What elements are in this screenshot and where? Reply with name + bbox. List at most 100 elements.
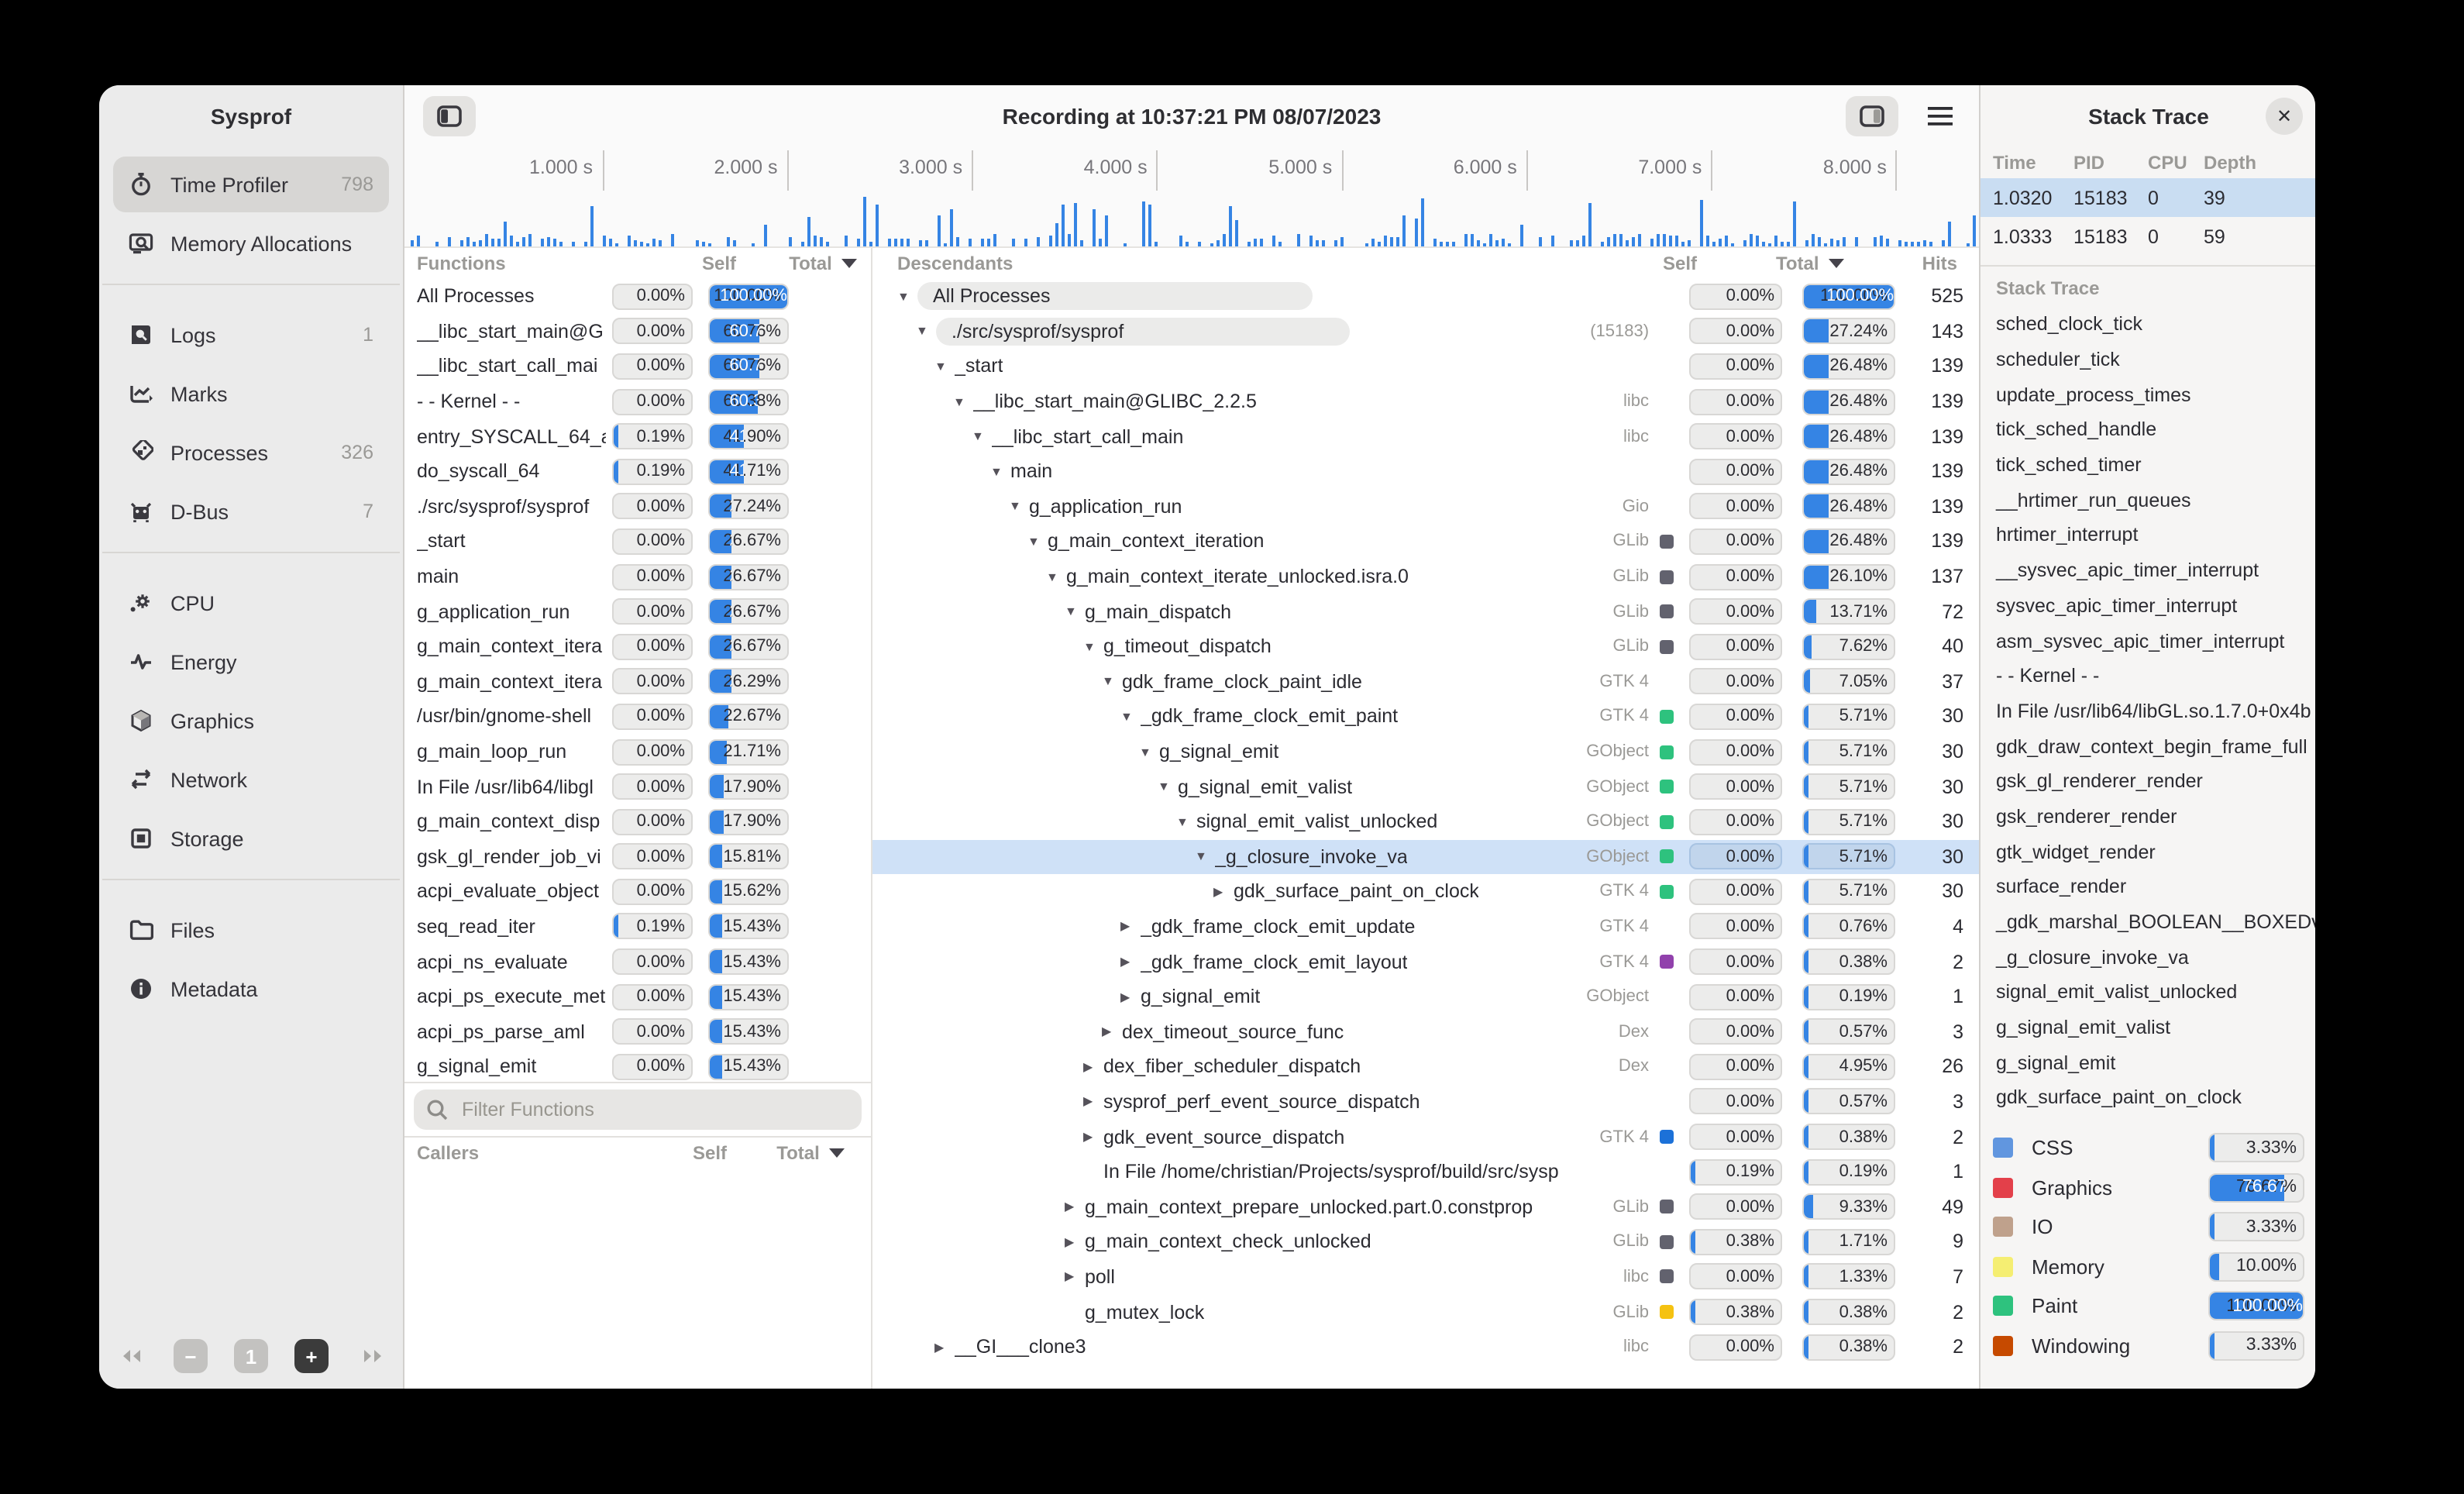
descendant-row[interactable]: ▼g_application_runGio0.00%26.48%26.48%13… bbox=[872, 489, 1979, 524]
descendant-row[interactable]: ▼__libc_start_main@GLIBC_2.2.5libc0.00%2… bbox=[872, 384, 1979, 419]
expander-closed-icon[interactable]: ▶ bbox=[1120, 990, 1141, 1003]
stack-frame[interactable]: g_signal_emit_valist bbox=[1980, 1010, 2315, 1045]
stack-frame[interactable]: __sysvec_apic_timer_interrupt bbox=[1980, 553, 2315, 588]
expander-open-icon[interactable]: ▼ bbox=[1158, 780, 1178, 793]
cpu-activity-histogram[interactable] bbox=[404, 194, 1979, 248]
function-row[interactable]: acpi_ps_parse_aml0.00%15.43%15.43% bbox=[404, 1014, 871, 1049]
descendant-row[interactable]: In File /home/christian/Projects/sysprof… bbox=[872, 1155, 1979, 1189]
descendant-row[interactable]: ▼_gdk_frame_clock_emit_paintGTK 40.00%5.… bbox=[872, 699, 1979, 734]
descendant-row[interactable]: ▼All Processes0.00%100.00%100.00%525 bbox=[872, 279, 1979, 314]
stack-frame[interactable]: _gdk_marshal_BOOLEAN__BOXEDv bbox=[1980, 904, 2315, 939]
sidebar-item-time-profiler[interactable]: Time Profiler798 bbox=[113, 157, 389, 212]
expander-open-icon[interactable]: ▼ bbox=[972, 429, 992, 443]
sidebar-item-files[interactable]: Files bbox=[113, 902, 389, 958]
expander-open-icon[interactable]: ▼ bbox=[1120, 710, 1141, 724]
descendant-row[interactable]: ▼g_timeout_dispatchGLib0.00%7.62%40 bbox=[872, 629, 1979, 664]
stack-frame[interactable]: gtk_widget_render bbox=[1980, 835, 2315, 869]
self-column-header[interactable]: Self bbox=[679, 253, 759, 274]
functions-column-header[interactable]: Functions bbox=[404, 253, 679, 274]
function-row[interactable]: acpi_ns_evaluate0.00%15.43%15.43% bbox=[404, 945, 871, 979]
expander-closed-icon[interactable]: ▶ bbox=[1065, 1200, 1085, 1213]
descendant-row[interactable]: ▶dex_timeout_source_funcDex0.00%0.57%3 bbox=[872, 1014, 1979, 1049]
sidebar-item-network[interactable]: Network bbox=[113, 752, 389, 807]
expander-closed-icon[interactable]: ▶ bbox=[1213, 885, 1234, 899]
descendant-row[interactable]: ▼g_main_context_iterationGLib0.00%26.48%… bbox=[872, 524, 1979, 559]
stack-frame[interactable]: tick_sched_timer bbox=[1980, 448, 2315, 483]
sidebar-item-d-bus[interactable]: D-Bus7 bbox=[113, 484, 389, 539]
expander-open-icon[interactable]: ▼ bbox=[897, 290, 917, 304]
sidebar-item-metadata[interactable]: Metadata bbox=[113, 961, 389, 1017]
function-row[interactable]: g_main_context_disp0.00%17.90%17.90% bbox=[404, 804, 871, 839]
samples-col-depth[interactable]: Depth bbox=[2204, 152, 2256, 174]
descendant-row[interactable]: ▼__libc_start_call_mainlibc0.00%26.48%26… bbox=[872, 419, 1979, 454]
sidebar-item-marks[interactable]: Marks bbox=[113, 366, 389, 422]
expander-open-icon[interactable]: ▼ bbox=[1027, 535, 1048, 549]
expander-open-icon[interactable]: ▼ bbox=[990, 465, 1010, 479]
expander-open-icon[interactable]: ▼ bbox=[934, 360, 955, 374]
sidebar-item-memory-allocations[interactable]: Memory Allocations bbox=[113, 215, 389, 271]
function-row[interactable]: g_main_context_itera0.00%26.67%26.67% bbox=[404, 629, 871, 664]
callers-self-column-header[interactable]: Self bbox=[663, 1142, 756, 1164]
expander-closed-icon[interactable]: ▶ bbox=[1102, 1025, 1122, 1039]
descendant-row[interactable]: ▼g_main_context_iterate_unlocked.isra.0G… bbox=[872, 559, 1979, 594]
callers-column-header[interactable]: Callers bbox=[404, 1142, 663, 1164]
descendant-row[interactable]: ▼main0.00%26.48%26.48%139 bbox=[872, 454, 1979, 489]
stack-frame[interactable]: hrtimer_interrupt bbox=[1980, 518, 2315, 553]
descendant-row[interactable]: ▶_gdk_frame_clock_emit_updateGTK 40.00%0… bbox=[872, 909, 1979, 944]
function-row[interactable]: g_main_context_itera0.00%26.29%26.29% bbox=[404, 664, 871, 699]
expander-closed-icon[interactable]: ▶ bbox=[1120, 920, 1141, 934]
sidebar-item-graphics[interactable]: Graphics bbox=[113, 693, 389, 749]
expander-closed-icon[interactable]: ▶ bbox=[1083, 1130, 1103, 1144]
expander-closed-icon[interactable]: ▶ bbox=[1083, 1060, 1103, 1074]
function-row[interactable]: acpi_evaluate_object0.00%15.62%15.62% bbox=[404, 874, 871, 909]
descendant-row[interactable]: ▼g_signal_emitGObject0.00%5.71%30 bbox=[872, 734, 1979, 769]
descendant-row[interactable]: ▶g_signal_emitGObject0.00%0.19%1 bbox=[872, 979, 1979, 1014]
descendants-column-header[interactable]: Descendants bbox=[872, 253, 1663, 274]
descendant-row[interactable]: ▶g_main_context_prepare_unlocked.part.0.… bbox=[872, 1189, 1979, 1224]
expander-open-icon[interactable]: ▼ bbox=[1195, 850, 1215, 864]
function-row[interactable]: - - Kernel - -0.00%60.38%60.38% bbox=[404, 384, 871, 419]
callers-total-column-header[interactable]: Total bbox=[756, 1142, 865, 1164]
function-row[interactable]: g_signal_emit0.00%15.43%15.43% bbox=[404, 1049, 871, 1082]
stack-frame[interactable]: In File /usr/lib64/libGL.so.1.7.0+0x4b bbox=[1980, 694, 2315, 728]
function-row[interactable]: gsk_gl_render_job_vi0.00%15.81%15.81% bbox=[404, 839, 871, 874]
fast-forward-button[interactable] bbox=[355, 1339, 389, 1373]
sidebar-item-energy[interactable]: Energy bbox=[113, 634, 389, 690]
stack-frame[interactable]: g_signal_emit bbox=[1980, 1045, 2315, 1080]
descendant-row[interactable]: ▼gdk_frame_clock_paint_idleGTK 40.00%7.0… bbox=[872, 664, 1979, 699]
function-row[interactable]: __libc_start_call_mai0.00%60.76%60.76% bbox=[404, 349, 871, 384]
stack-frame[interactable]: signal_emit_valist_unlocked bbox=[1980, 975, 2315, 1010]
function-row[interactable]: g_application_run0.00%26.67%26.67% bbox=[404, 594, 871, 629]
stack-frame[interactable]: gdk_draw_context_begin_frame_full bbox=[1980, 729, 2315, 764]
descendant-row[interactable]: ▶gdk_event_source_dispatchGTK 40.00%0.38… bbox=[872, 1120, 1979, 1155]
function-row[interactable]: ./src/sysprof/sysprof0.00%27.24%27.24% bbox=[404, 489, 871, 524]
stack-frame[interactable]: surface_render bbox=[1980, 869, 2315, 904]
expander-closed-icon[interactable]: ▶ bbox=[1065, 1235, 1085, 1249]
sidebar-item-storage[interactable]: Storage bbox=[113, 811, 389, 866]
descendant-row[interactable]: ▼g_signal_emit_valistGObject0.00%5.71%30 bbox=[872, 769, 1979, 804]
filter-functions-input[interactable] bbox=[459, 1097, 849, 1122]
descendants-total-column-header[interactable]: Total bbox=[1776, 253, 1889, 274]
descendant-row[interactable]: ▶sysprof_perf_event_source_dispatch0.00%… bbox=[872, 1084, 1979, 1119]
stack-frame[interactable]: gsk_renderer_render bbox=[1980, 799, 2315, 834]
descendant-row[interactable]: ▼_g_closure_invoke_vaGObject0.00%5.71%30 bbox=[872, 839, 1979, 874]
expander-closed-icon[interactable]: ▶ bbox=[1065, 1270, 1085, 1284]
rewind-button[interactable] bbox=[113, 1339, 147, 1373]
function-row[interactable]: seq_read_iter0.19%15.43%15.43% bbox=[404, 909, 871, 944]
zoom-one-button[interactable]: 1 bbox=[234, 1339, 268, 1373]
expander-open-icon[interactable]: ▼ bbox=[1065, 604, 1085, 618]
stack-frame[interactable]: sysvec_apic_timer_interrupt bbox=[1980, 588, 2315, 623]
close-panel-button[interactable]: ✕ bbox=[2266, 98, 2303, 135]
stack-frame[interactable]: tick_sched_handle bbox=[1980, 412, 2315, 447]
stack-frame[interactable]: _g_closure_invoke_va bbox=[1980, 940, 2315, 975]
expander-open-icon[interactable]: ▼ bbox=[1139, 745, 1159, 759]
stack-frame[interactable]: gsk_gl_renderer_render bbox=[1980, 764, 2315, 799]
descendant-row[interactable]: g_mutex_lockGLib0.38%0.38%2 bbox=[872, 1294, 1979, 1329]
descendant-row[interactable]: ▶gdk_surface_paint_on_clockGTK 40.00%5.7… bbox=[872, 874, 1979, 909]
primary-menu-button[interactable] bbox=[1917, 96, 1963, 136]
zoom-out-button[interactable]: − bbox=[174, 1339, 208, 1373]
total-column-header[interactable]: Total bbox=[775, 253, 871, 274]
expander-open-icon[interactable]: ▼ bbox=[1102, 675, 1122, 689]
expander-open-icon[interactable]: ▼ bbox=[1009, 500, 1029, 514]
samples-col-cpu[interactable]: CPU bbox=[2148, 152, 2204, 174]
